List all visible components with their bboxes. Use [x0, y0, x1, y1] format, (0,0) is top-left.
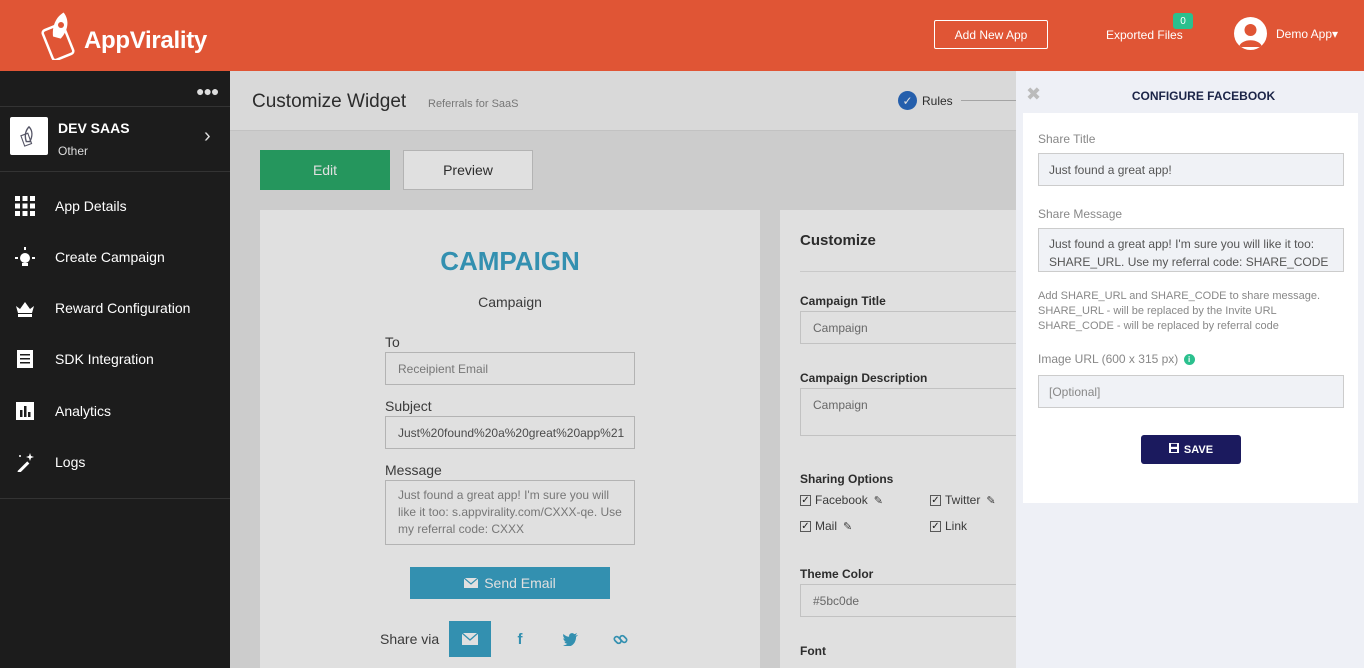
floppy-disk-icon [1168, 443, 1179, 456]
more-dots-icon[interactable]: ●●● [196, 83, 219, 99]
sidebar-item-analytics[interactable]: Analytics [0, 391, 230, 431]
app-thumbnail-icon [10, 117, 48, 155]
user-avatar-icon[interactable] [1234, 17, 1267, 50]
share-message-textarea[interactable]: Just found a great app! I'm sure you wil… [1038, 228, 1344, 272]
image-url-label: Image URL (600 x 315 px) i [1038, 352, 1195, 366]
info-icon[interactable]: i [1183, 354, 1195, 365]
share-title-label: Share Title [1038, 132, 1096, 146]
sidebar-divider [0, 498, 230, 499]
sidebar-item-label: Analytics [55, 403, 112, 419]
top-bar: AppVirality Add New App Exported Files 0… [0, 0, 1364, 71]
sidebar-item-label: Logs [55, 454, 86, 470]
image-url-input[interactable]: [Optional] [1038, 375, 1344, 408]
sidebar-item-label: Create Campaign [55, 249, 165, 265]
crown-icon [14, 297, 36, 319]
sidebar-item-reward-configuration[interactable]: Reward Configuration [0, 288, 230, 328]
exported-count-badge: 0 [1173, 13, 1193, 29]
sidebar: ●●● DEV SAAS Other › App Details Create … [0, 71, 230, 668]
help-line: SHARE_CODE - will be replaced by referra… [1038, 320, 1279, 332]
share-message-label: Share Message [1038, 207, 1123, 221]
sidebar-item-create-campaign[interactable]: Create Campaign [0, 237, 230, 277]
help-line: SHARE_URL - will be replaced by the Invi… [1038, 305, 1277, 317]
exported-files-link[interactable]: Exported Files [1106, 28, 1183, 42]
bulb-icon [14, 246, 36, 268]
save-button[interactable]: SAVE [1141, 435, 1241, 464]
help-line: Add SHARE_URL and SHARE_CODE to share me… [1038, 290, 1321, 302]
bar-chart-icon [14, 400, 36, 422]
share-title-input[interactable]: Just found a great app! [1038, 153, 1344, 186]
magic-wand-icon [14, 451, 36, 473]
chevron-right-icon[interactable]: › [204, 125, 211, 148]
panel-form: Share Title Just found a great app! Shar… [1023, 113, 1358, 503]
image-url-label-text: Image URL (600 x 315 px) [1038, 352, 1179, 366]
sidebar-item-app-details[interactable]: App Details [0, 186, 230, 226]
app-type: Other [58, 144, 89, 158]
panel-title: CONFIGURE FACEBOOK [1131, 89, 1276, 103]
modal-backdrop[interactable] [230, 71, 1016, 668]
sidebar-item-logs[interactable]: Logs [0, 442, 230, 482]
grid-icon [14, 195, 36, 217]
share-help-text: Add SHARE_URL and SHARE_CODE to share me… [1038, 289, 1320, 334]
add-new-app-button[interactable]: Add New App [934, 20, 1048, 49]
brand-logo[interactable]: AppVirality [38, 10, 207, 60]
sidebar-item-label: App Details [55, 198, 127, 214]
sidebar-item-label: SDK Integration [55, 351, 154, 367]
save-label: SAVE [1183, 443, 1214, 456]
receipt-icon [14, 348, 36, 370]
user-menu-dropdown[interactable]: Demo App▾ [1276, 27, 1338, 41]
sidebar-item-sdk-integration[interactable]: SDK Integration [0, 339, 230, 379]
rocket-logo-icon [41, 12, 75, 60]
app-selector[interactable]: DEV SAAS Other › [0, 106, 230, 172]
brand-name: AppVirality [84, 27, 207, 54]
configure-facebook-panel: ✖ CONFIGURE FACEBOOK Share Title Just fo… [1016, 71, 1364, 668]
sidebar-item-label: Reward Configuration [55, 300, 191, 316]
app-name: DEV SAAS [58, 120, 130, 136]
